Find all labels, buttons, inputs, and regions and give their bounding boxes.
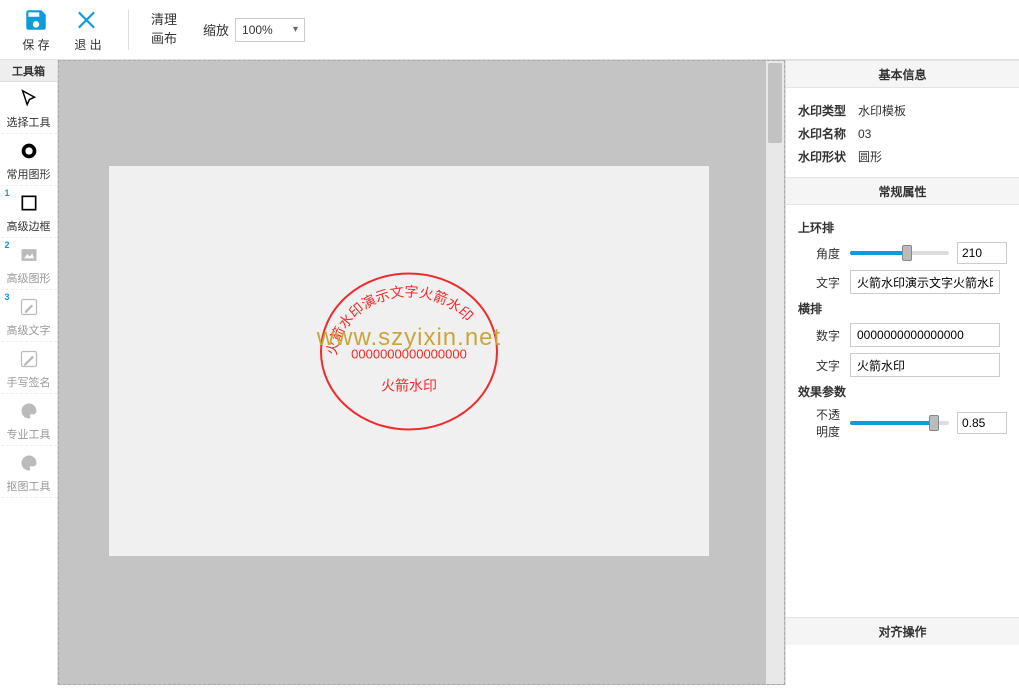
zoom-select[interactable]: 100% ▾	[235, 18, 305, 42]
opacity-row: 不透明度	[798, 406, 1007, 440]
square-icon	[16, 190, 42, 216]
cursor-icon	[16, 86, 42, 112]
save-icon	[22, 6, 50, 34]
hz-text-row: 文字	[798, 353, 1007, 377]
tool-cutout[interactable]: 抠图工具	[1, 446, 57, 498]
palette-icon	[16, 398, 42, 424]
save-label: 保 存	[22, 36, 49, 53]
angle-slider[interactable]	[850, 251, 949, 255]
hz-text-input[interactable]	[850, 353, 1000, 377]
upper-text-row: 文字	[798, 270, 1007, 294]
zoom-label: 缩放	[203, 20, 229, 39]
tool-select[interactable]: 选择工具	[1, 82, 57, 134]
canvas-area[interactable]: 火箭水印演示文字火箭水印 0000000000000000 火箭水印 www.s…	[58, 60, 785, 685]
close-icon	[74, 6, 102, 34]
horizontal-header: 横排	[798, 300, 1007, 317]
clear-canvas-button[interactable]: 清理 画布	[143, 7, 185, 51]
tool-adv-border[interactable]: 1 高级边框	[1, 186, 57, 238]
upper-ring-header: 上环排	[798, 219, 1007, 236]
svg-text:0000000000000000: 0000000000000000	[351, 347, 467, 362]
circle-icon	[16, 138, 42, 164]
digit-input[interactable]	[850, 323, 1000, 347]
exit-label: 退 出	[74, 36, 101, 53]
prop-shape: 水印形状 圆形	[798, 148, 1007, 165]
stamp-object[interactable]: 火箭水印演示文字火箭水印 0000000000000000 火箭水印	[314, 267, 504, 440]
common-props-header: 常规属性	[786, 177, 1019, 205]
image-icon	[16, 242, 42, 268]
scrollbar-thumb[interactable]	[768, 63, 782, 143]
prop-type: 水印类型 水印模板	[798, 102, 1007, 119]
tool-signature[interactable]: 手写签名	[1, 342, 57, 394]
canvas-paper[interactable]: 火箭水印演示文字火箭水印 0000000000000000 火箭水印 www.s…	[109, 166, 709, 556]
digit-row: 数字	[798, 323, 1007, 347]
save-button[interactable]: 保 存	[10, 4, 62, 56]
angle-row: 角度	[798, 242, 1007, 264]
exit-button[interactable]: 退 出	[62, 4, 114, 56]
align-ops-header[interactable]: 对齐操作	[786, 617, 1019, 645]
edit-icon	[16, 294, 42, 320]
angle-input[interactable]	[957, 242, 1007, 264]
basic-info-header: 基本信息	[786, 60, 1019, 88]
properties-panel: 基本信息 水印类型 水印模板 水印名称 03 水印形状 圆形 常规属性 上环排 …	[785, 60, 1019, 685]
tool-basic-shape[interactable]: 常用图形	[1, 134, 57, 186]
slider-handle[interactable]	[902, 245, 912, 261]
toolbox-header: 工具箱	[0, 60, 57, 82]
effect-header: 效果参数	[798, 383, 1007, 400]
opacity-slider[interactable]	[850, 421, 949, 425]
pen-icon	[16, 346, 42, 372]
opacity-input[interactable]	[957, 412, 1007, 434]
zoom-control: 缩放 100% ▾	[203, 18, 305, 42]
chevron-down-icon: ▾	[293, 24, 298, 35]
divider	[128, 10, 129, 50]
upper-text-input[interactable]	[850, 270, 1000, 294]
slider-handle[interactable]	[929, 415, 939, 431]
toolbox-panel: 工具箱 选择工具 常用图形 1 高级边框 2 高级图形	[0, 60, 58, 685]
tool-adv-text[interactable]: 3 高级文字	[1, 290, 57, 342]
svg-text:火箭水印: 火箭水印	[381, 378, 437, 395]
tool-pro[interactable]: 专业工具	[1, 394, 57, 446]
tool-adv-shape[interactable]: 2 高级图形	[1, 238, 57, 290]
prop-name: 水印名称 03	[798, 125, 1007, 142]
zoom-value: 100%	[242, 23, 273, 37]
palette-icon	[16, 450, 42, 476]
top-toolbar: 保 存 退 出 清理 画布 缩放 100% ▾	[0, 0, 1019, 60]
vertical-scrollbar[interactable]	[766, 61, 784, 684]
